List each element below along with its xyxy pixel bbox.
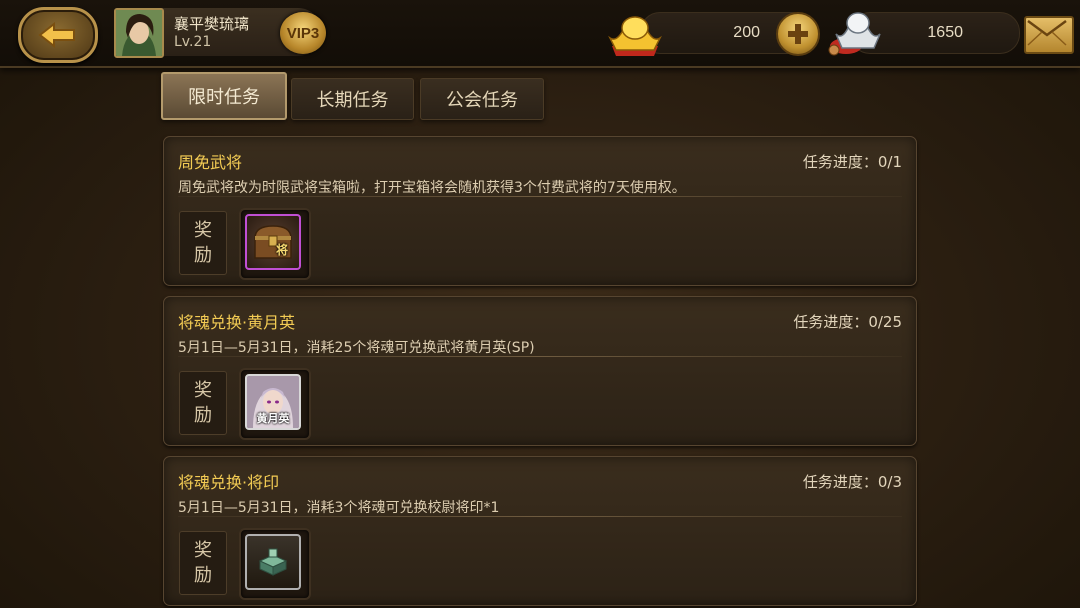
top-bar: 襄平樊琉璃 Lv.21 VIP3 200 1650 xyxy=(0,0,1080,68)
mail-button[interactable] xyxy=(1024,16,1074,54)
treasure-chest-icon[interactable]: 将 xyxy=(245,214,301,270)
silver-value: 1650 xyxy=(927,24,963,41)
gold-ingot-icon xyxy=(608,8,662,58)
divider xyxy=(178,356,902,357)
gold-value: 200 xyxy=(733,24,760,41)
tab-long-term-tasks[interactable]: 长期任务 xyxy=(291,78,414,120)
tab-guild-tasks[interactable]: 公会任务 xyxy=(420,78,544,120)
envelope-icon xyxy=(1027,19,1067,46)
silver-ingot-icon xyxy=(824,6,884,58)
add-gold-button[interactable] xyxy=(776,12,820,56)
reward-slot: 黄月英 xyxy=(239,368,311,440)
hero-portrait-icon[interactable]: 黄月英 xyxy=(245,374,301,430)
tab-limited-time-tasks[interactable]: 限时任务 xyxy=(161,72,287,120)
task-progress: 任务进度：0/1 xyxy=(802,153,902,171)
plus-icon xyxy=(788,24,808,44)
chest-label: 将 xyxy=(275,243,288,257)
task-description: 周免武将改为时限武将宝箱啦，打开宝箱将会随机获得3个付费武将的7天使用权。 xyxy=(178,180,686,196)
task-card: 将魂兑换·将印 任务进度：0/3 5月1日—5月31日，消耗3个将魂可兑换校尉将… xyxy=(163,456,917,606)
player-level: Lv.21 xyxy=(174,34,212,50)
task-description: 5月1日—5月31日，消耗3个将魂可兑换校尉将印*1 xyxy=(178,500,500,516)
task-progress: 任务进度：0/3 xyxy=(802,473,902,491)
reward-label: 奖 励 xyxy=(179,371,227,435)
task-title: 周免武将 xyxy=(178,153,243,172)
player-name: 襄平樊琉璃 xyxy=(174,15,250,33)
hero-name: 黄月英 xyxy=(256,412,290,425)
task-card: 周免武将 任务进度：0/1 周免武将改为时限武将宝箱啦，打开宝箱将会随机获得3个… xyxy=(163,136,917,286)
back-button[interactable] xyxy=(18,7,98,63)
task-description: 5月1日—5月31日，消耗25个将魂可兑换武将黄月英(SP) xyxy=(178,340,535,356)
vip-badge[interactable]: VIP3 xyxy=(280,12,326,54)
reward-slot xyxy=(239,528,311,600)
divider xyxy=(178,196,902,197)
general-seal-icon[interactable] xyxy=(245,534,301,590)
divider xyxy=(178,516,902,517)
task-progress: 任务进度：0/25 xyxy=(793,313,902,331)
avatar[interactable] xyxy=(114,8,164,58)
task-card: 将魂兑换·黄月英 任务进度：0/25 5月1日—5月31日，消耗25个将魂可兑换… xyxy=(163,296,917,446)
task-title: 将魂兑换·将印 xyxy=(178,473,280,492)
arrow-left-icon xyxy=(38,22,75,48)
reward-slot: 将 xyxy=(239,208,311,280)
reward-label: 奖 励 xyxy=(179,531,227,595)
task-title: 将魂兑换·黄月英 xyxy=(178,313,296,332)
reward-label: 奖 励 xyxy=(179,211,227,275)
